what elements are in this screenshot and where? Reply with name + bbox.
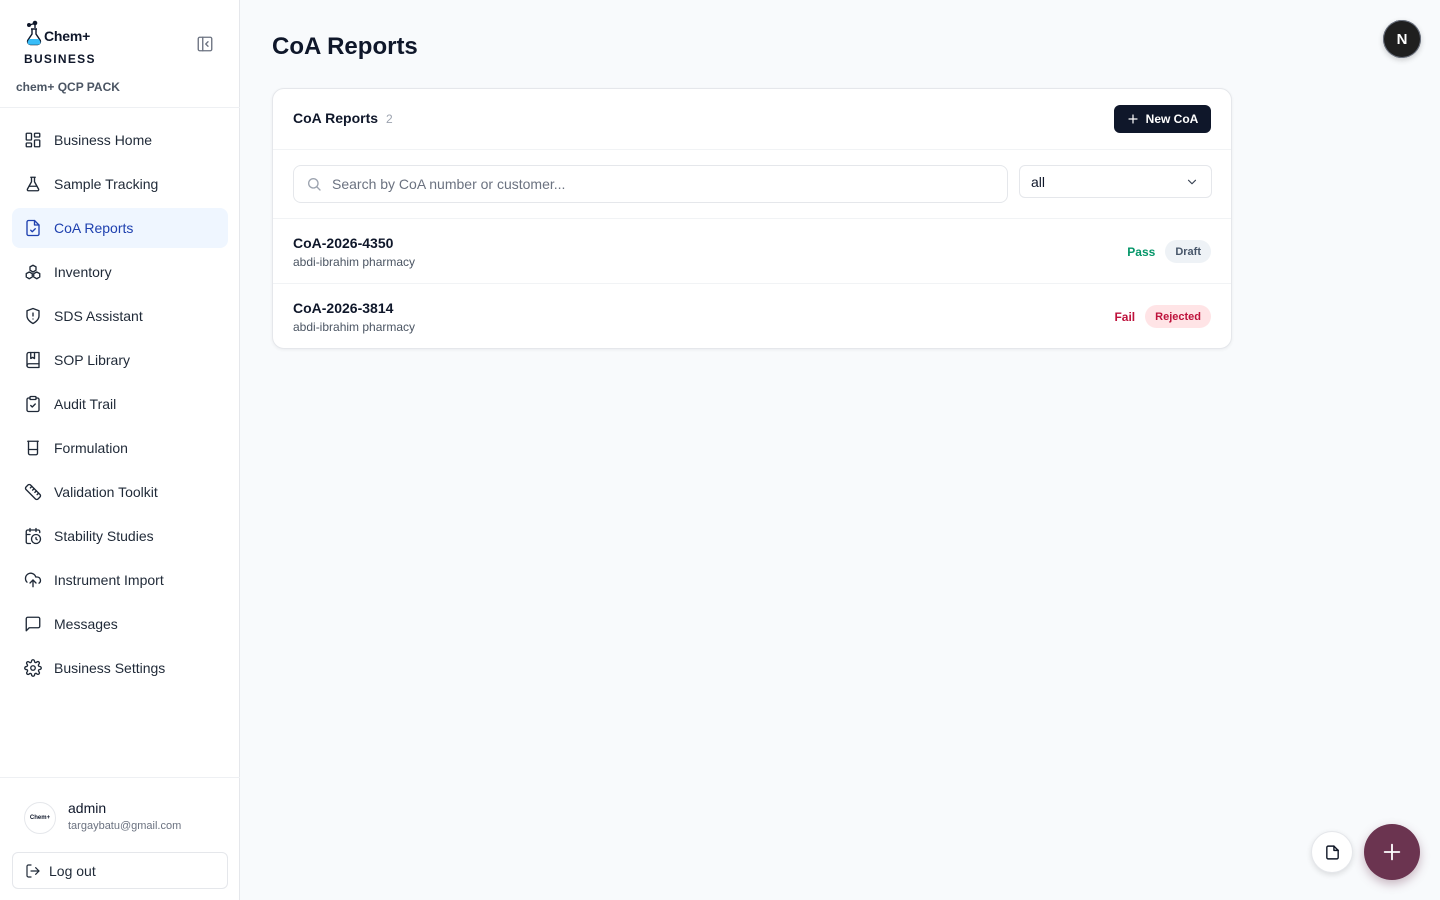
- sidebar-item-label: Validation Toolkit: [54, 484, 158, 500]
- sidebar-item-messages[interactable]: Messages: [12, 604, 228, 644]
- flask-logo-icon: [24, 20, 42, 51]
- sidebar-item-business-settings[interactable]: Business Settings: [12, 648, 228, 688]
- sidebar-item-stability-studies[interactable]: Stability Studies: [12, 516, 228, 556]
- file-check-icon: [24, 219, 42, 237]
- sidebar-item-business-home[interactable]: Business Home: [12, 120, 228, 160]
- coa-reports-card: CoA Reports 2 New CoA all CoA-2026-4350 …: [272, 88, 1232, 349]
- sidebar-item-sample-tracking[interactable]: Sample Tracking: [12, 164, 228, 204]
- search-icon: [308, 178, 321, 191]
- sidebar-item-label: Stability Studies: [54, 528, 154, 544]
- sidebar-item-label: Sample Tracking: [54, 176, 159, 192]
- brand-pack: chem+ QCP PACK: [16, 80, 120, 94]
- sidebar-item-label: Audit Trail: [54, 396, 117, 412]
- card-header: CoA Reports 2 New CoA: [273, 89, 1231, 150]
- user-name: admin: [68, 800, 107, 816]
- list-item[interactable]: CoA-2026-3814 abdi-ibrahim pharmacy Fail…: [273, 283, 1231, 348]
- document-fab-button[interactable]: [1311, 831, 1353, 873]
- brand-name: Chem+: [44, 27, 91, 44]
- sidebar-item-audit-trail[interactable]: Audit Trail: [12, 384, 228, 424]
- user-panel: Chem+ admin targaybatu@gmail.com Log out: [0, 777, 240, 900]
- plus-icon: [1383, 843, 1401, 861]
- card-title: CoA Reports: [293, 110, 379, 126]
- sidebar-collapse-button[interactable]: [194, 33, 216, 55]
- result-badge: Pass: [1127, 244, 1156, 259]
- sidebar-item-label: SOP Library: [54, 352, 130, 368]
- brand-tier: BUSINESS: [24, 52, 96, 66]
- sidebar-item-label: Business Home: [54, 132, 153, 148]
- sidebar-item-label: SDS Assistant: [54, 308, 143, 324]
- status-badge: Draft: [1165, 240, 1211, 263]
- new-coa-button[interactable]: New CoA: [1114, 105, 1211, 133]
- chevron-down-icon: [1187, 179, 1197, 184]
- sidebar-item-coa-reports[interactable]: CoA Reports: [12, 208, 228, 248]
- file-icon: [1325, 844, 1339, 860]
- brand-logo[interactable]: Chem+: [24, 20, 90, 51]
- report-list: CoA-2026-4350 abdi-ibrahim pharmacy Pass…: [273, 218, 1231, 348]
- ruler-icon: [24, 483, 42, 501]
- message-square-icon: [24, 615, 42, 633]
- plus-icon: [1127, 113, 1139, 125]
- status-badge: Rejected: [1145, 305, 1211, 328]
- user-email: targaybatu@gmail.com: [68, 820, 182, 832]
- sidebar-item-formulation[interactable]: Formulation: [12, 428, 228, 468]
- customer-name: abdi-ibrahim pharmacy: [293, 320, 416, 334]
- sidebar: Chem+ BUSINESS chem+ QCP PACK Business H…: [0, 0, 240, 900]
- sidebar-item-label: Formulation: [54, 440, 128, 456]
- row-badges: Fail Rejected: [1114, 305, 1211, 328]
- profile-button[interactable]: N: [1383, 20, 1421, 58]
- search-field[interactable]: [293, 165, 1008, 203]
- report-count: 2: [386, 112, 393, 126]
- flask-icon: [24, 175, 42, 193]
- search-input[interactable]: [332, 176, 972, 192]
- avatar[interactable]: Chem+: [24, 802, 56, 834]
- clipboard-check-icon: [24, 395, 42, 413]
- logout-button[interactable]: Log out: [12, 852, 228, 889]
- sidebar-item-label: Business Settings: [54, 660, 166, 676]
- sidebar-item-sds-assistant[interactable]: SDS Assistant: [12, 296, 228, 336]
- sidebar-item-inventory[interactable]: Inventory: [12, 252, 228, 292]
- filter-value: all: [1031, 173, 1046, 190]
- status-filter-select[interactable]: all: [1019, 165, 1212, 198]
- gear-icon: [24, 659, 42, 677]
- boxes-icon: [24, 263, 42, 281]
- sidebar-item-instrument-import[interactable]: Instrument Import: [12, 560, 228, 600]
- sidebar-item-label: Messages: [54, 616, 118, 632]
- shield-icon: [24, 307, 42, 325]
- sidebar-item-sop-library[interactable]: SOP Library: [12, 340, 228, 380]
- sidebar-item-validation-toolkit[interactable]: Validation Toolkit: [12, 472, 228, 512]
- calendar-clock-icon: [24, 527, 42, 545]
- beaker-icon: [24, 439, 42, 457]
- new-coa-label: New CoA: [1145, 112, 1199, 126]
- brand-header: Chem+ BUSINESS chem+ QCP PACK: [0, 0, 240, 108]
- coa-number: CoA-2026-3814: [293, 300, 394, 316]
- log-out-icon: [26, 863, 40, 878]
- grid-icon: [24, 131, 42, 149]
- result-badge: Fail: [1114, 309, 1136, 324]
- coa-number: CoA-2026-4350: [293, 235, 394, 251]
- cloud-upload-icon: [24, 571, 42, 589]
- sidebar-item-label: Inventory: [54, 264, 112, 280]
- sidebar-nav: Business Home Sample Tracking CoA Report…: [12, 120, 228, 692]
- page-title: CoA Reports: [272, 33, 418, 60]
- add-fab-button[interactable]: [1364, 824, 1420, 880]
- customer-name: abdi-ibrahim pharmacy: [293, 255, 416, 269]
- book-icon: [24, 351, 42, 369]
- sidebar-item-label: Instrument Import: [54, 572, 164, 588]
- row-badges: Pass Draft: [1127, 240, 1211, 263]
- panel-left-icon: [197, 36, 213, 52]
- list-item[interactable]: CoA-2026-4350 abdi-ibrahim pharmacy Pass…: [273, 218, 1231, 283]
- sidebar-item-label: CoA Reports: [54, 220, 134, 236]
- logout-label: Log out: [49, 862, 96, 879]
